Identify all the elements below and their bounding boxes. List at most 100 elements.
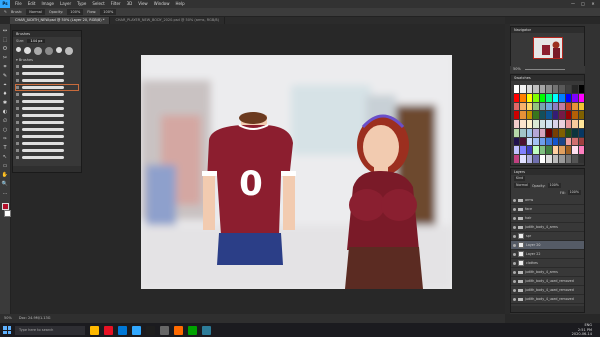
color-swatch[interactable] — [578, 137, 584, 146]
marquee-tool-icon[interactable]: ⬚ — [2, 37, 9, 43]
layer-row[interactable]: judith_body_4_used_removed — [511, 277, 584, 286]
brush-preset[interactable] — [16, 155, 78, 160]
color-swatch[interactable] — [546, 155, 552, 163]
color-swatch[interactable] — [552, 137, 559, 146]
layer-row[interactable]: spr — [511, 232, 584, 241]
taskbar-search-input[interactable]: Type here to search — [15, 325, 85, 335]
color-swatch[interactable] — [533, 128, 539, 137]
windows-start-icon[interactable] — [3, 326, 11, 334]
color-swatch[interactable] — [526, 137, 533, 146]
mode-select[interactable]: Normal — [26, 9, 45, 15]
brush-preset[interactable] — [16, 134, 78, 139]
status-zoom[interactable]: 50% — [4, 316, 12, 320]
color-swatch[interactable] — [539, 102, 546, 111]
menu-filter[interactable]: Filter — [108, 0, 124, 8]
color-swatch[interactable] — [572, 155, 578, 163]
color-swatch[interactable] — [546, 93, 552, 102]
background-color-swatch[interactable] — [3, 210, 11, 217]
visibility-eye-icon[interactable] — [513, 198, 516, 202]
color-swatch[interactable] — [559, 111, 565, 120]
color-swatch[interactable] — [552, 120, 559, 128]
brush-preset[interactable] — [16, 64, 78, 69]
brush-tip[interactable] — [24, 47, 31, 54]
color-swatch[interactable] — [526, 128, 533, 137]
color-swatch[interactable] — [520, 155, 526, 163]
color-swatch[interactable] — [565, 120, 572, 128]
color-swatch[interactable] — [578, 93, 584, 102]
color-swatch[interactable] — [520, 93, 526, 102]
brush-tool-icon[interactable]: ✎ — [4, 8, 7, 17]
visibility-eye-icon[interactable] — [513, 279, 516, 283]
color-swatch[interactable] — [578, 128, 584, 137]
path-select-icon[interactable]: ↖ — [2, 154, 9, 160]
color-swatch[interactable] — [514, 102, 520, 111]
menu-3d[interactable]: 3D — [124, 0, 136, 8]
taskbar-app-icon[interactable] — [188, 325, 197, 335]
visibility-eye-icon[interactable] — [513, 207, 516, 211]
brush-preset[interactable] — [16, 141, 78, 146]
hand-tool-icon[interactable]: ✋ — [2, 172, 9, 178]
brush-size-field[interactable]: 144 px — [27, 39, 46, 43]
color-swatch[interactable] — [526, 111, 533, 120]
brush-preset[interactable] — [16, 92, 78, 97]
brush-tip[interactable] — [16, 47, 21, 52]
color-swatch[interactable] — [546, 85, 552, 93]
color-swatch[interactable] — [546, 120, 552, 128]
color-swatch[interactable] — [572, 93, 578, 102]
color-swatch[interactable] — [546, 137, 552, 146]
brush-preset[interactable] — [16, 113, 78, 118]
color-swatch[interactable] — [546, 146, 552, 155]
color-swatch[interactable] — [539, 155, 546, 163]
color-swatch[interactable] — [572, 120, 578, 128]
color-swatch[interactable] — [514, 93, 520, 102]
layer-row[interactable]: judith_body_4_arms — [511, 268, 584, 277]
color-swatch[interactable] — [552, 102, 559, 111]
layer-row[interactable]: judith_body_4_used_removed — [511, 286, 584, 295]
color-swatch[interactable] — [526, 120, 533, 128]
brush-tip[interactable] — [45, 47, 53, 55]
color-swatch[interactable] — [559, 93, 565, 102]
color-swatch[interactable] — [552, 146, 559, 155]
blend-mode-select[interactable]: Normal — [514, 183, 530, 188]
color-swatch[interactable] — [539, 111, 546, 120]
layer-row[interactable]: arms — [511, 196, 584, 205]
visibility-eye-icon[interactable] — [513, 288, 516, 292]
color-swatch[interactable] — [539, 128, 546, 137]
more-tools-icon[interactable]: … — [2, 190, 9, 196]
brush-preset[interactable] — [16, 106, 78, 111]
pen-tool-icon[interactable]: ✑ — [2, 136, 9, 142]
color-swatch[interactable] — [514, 146, 520, 155]
maximize-button[interactable]: □ — [578, 0, 588, 8]
color-swatch[interactable] — [514, 137, 520, 146]
color-swatch[interactable] — [546, 128, 552, 137]
color-swatch[interactable] — [526, 85, 533, 93]
minimize-button[interactable]: — — [568, 0, 578, 8]
brush-tool-icon[interactable]: ♦ — [2, 91, 9, 97]
visibility-eye-icon[interactable] — [513, 270, 516, 274]
visibility-eye-icon[interactable] — [513, 225, 516, 229]
color-swatch[interactable] — [578, 146, 584, 155]
color-swatch[interactable] — [552, 85, 559, 93]
layer-opacity-field[interactable]: 100% — [547, 183, 561, 188]
color-swatch[interactable] — [520, 137, 526, 146]
brush-tip[interactable] — [65, 47, 73, 55]
color-swatch[interactable] — [520, 85, 526, 93]
color-swatch[interactable] — [559, 102, 565, 111]
color-swatch[interactable] — [514, 128, 520, 137]
brush-preset[interactable] — [16, 78, 78, 83]
brush-preset[interactable] — [16, 120, 78, 125]
taskbar-app-icon[interactable] — [202, 325, 211, 335]
color-swatch[interactable] — [539, 137, 546, 146]
eraser-tool-icon[interactable]: ∅ — [2, 118, 9, 124]
flow-field[interactable]: 100% — [100, 9, 117, 15]
brush-tip[interactable] — [56, 47, 62, 53]
color-swatch[interactable] — [572, 102, 578, 111]
crop-tool-icon[interactable]: ✂ — [2, 55, 9, 61]
navigator-zoom-value[interactable]: 50% — [513, 66, 521, 73]
color-swatch[interactable] — [578, 111, 584, 120]
layer-row[interactable]: judith_body_4_arms — [511, 223, 584, 232]
color-swatch[interactable] — [572, 128, 578, 137]
brush-preset[interactable] — [16, 148, 78, 153]
frame-tool-icon[interactable]: ⌗ — [2, 64, 9, 70]
color-swatch[interactable] — [520, 102, 526, 111]
